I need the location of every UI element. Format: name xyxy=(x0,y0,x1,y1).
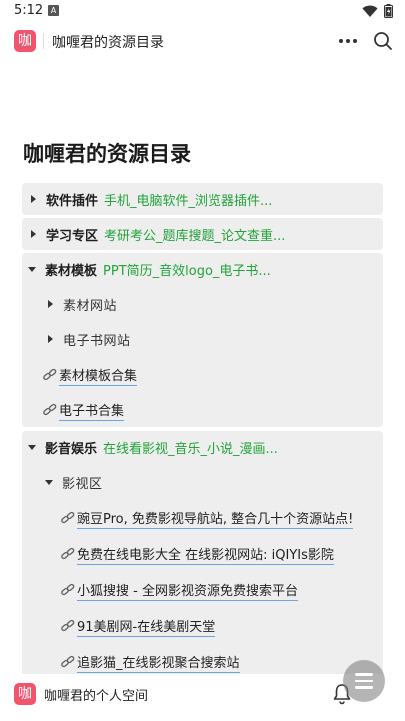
status-icons xyxy=(362,4,393,18)
toggle-materials[interactable]: 素材模板 PPT简历_音效logo_电子书... xyxy=(28,256,271,282)
divider xyxy=(43,33,44,49)
more-icon[interactable] xyxy=(336,30,360,52)
toggle-arrow-down-icon[interactable] xyxy=(28,266,36,272)
page-link-text[interactable]: 91美剧网-在线美剧天堂 xyxy=(77,616,216,637)
link-icon xyxy=(61,547,75,560)
toggle-arrow-right-icon[interactable] xyxy=(48,335,53,343)
toggle-arrow-right-icon[interactable] xyxy=(31,195,36,203)
page-link[interactable]: 91美剧网-在线美剧天堂 xyxy=(60,614,216,638)
subtoggle-video[interactable]: 影视区 xyxy=(45,469,103,495)
wifi-icon xyxy=(362,5,378,17)
battery-icon xyxy=(384,4,393,18)
page-link[interactable]: 小狐搜搜 - 全网影视资源免费搜索平台 xyxy=(60,578,298,602)
search-icon[interactable] xyxy=(371,29,395,53)
page-title: 咖喱君的资源目录 xyxy=(23,142,191,166)
page-link-text[interactable]: 电子书合集 xyxy=(59,400,125,421)
toggle-media[interactable]: 影音娱乐 在线看影视_音乐_小说_漫画... xyxy=(28,434,278,460)
toggle-label: 素材模板 xyxy=(45,263,98,279)
toggle-study[interactable]: 学习专区 考研考公_题库搜题_论文查重... xyxy=(31,221,285,247)
toggle-desc: PPT简历_音效logo_电子书... xyxy=(103,263,271,279)
page-link-text[interactable]: 小狐搜搜 - 全网影视资源免费搜索平台 xyxy=(77,580,298,601)
page-link[interactable]: 追影猫_在线影视聚合搜索站 xyxy=(60,650,240,674)
toggle-block-study: 学习专区 考研考公_题库搜题_论文查重... xyxy=(22,218,383,250)
link-icon xyxy=(43,368,57,381)
subtoggle-label: 素材网站 xyxy=(63,298,118,314)
toggle-desc: 考研考公_题库搜题_论文查重... xyxy=(104,228,286,244)
subtoggle-ebook-sites[interactable]: 电子书网站 xyxy=(48,326,131,352)
toggle-arrow-right-icon[interactable] xyxy=(31,230,36,238)
app-title[interactable]: 咖喱君的资源目录 xyxy=(52,32,164,52)
toggle-arrow-down-icon[interactable] xyxy=(45,479,53,485)
toggle-block-materials: 素材模板 PPT简历_音效logo_电子书... 素材网站 电子书网站 素材模板… xyxy=(22,253,383,427)
space-title[interactable]: 咖喱君的个人空间 xyxy=(44,685,148,704)
link-icon xyxy=(43,403,57,416)
toggle-desc: 在线看影视_音乐_小说_漫画... xyxy=(103,441,278,457)
toggle-desc: 手机_电脑软件_浏览器插件... xyxy=(104,193,273,209)
page-link[interactable]: 电子书合集 xyxy=(42,398,125,422)
toggle-block-media: 影音娱乐 在线看影视_音乐_小说_漫画... 影视区 豌豆Pro, 免费影视导航… xyxy=(22,431,383,681)
toggle-arrow-down-icon[interactable] xyxy=(28,444,36,450)
page-link[interactable]: 豌豆Pro, 免费影视导航站, 整合几十个资源站点! xyxy=(60,506,354,530)
toggle-software[interactable]: 软件插件 手机_电脑软件_浏览器插件... xyxy=(31,186,272,212)
toggle-label: 软件插件 xyxy=(46,193,99,209)
toggle-block-software: 软件插件 手机_电脑软件_浏览器插件... xyxy=(22,183,383,215)
link-icon xyxy=(61,511,75,524)
subtoggle-label: 影视区 xyxy=(62,476,103,492)
notification-badge-icon: A xyxy=(48,5,59,16)
page-link-text[interactable]: 素材模板合集 xyxy=(59,365,138,386)
subtoggle-label: 电子书网站 xyxy=(63,333,131,349)
status-bar: 5:12 A xyxy=(0,0,405,24)
page-link-text[interactable]: 免费在线电影大全 在线影视网站: iQIYIs影院 xyxy=(77,544,334,565)
page-link-text[interactable]: 豌豆Pro, 免费影视导航站, 整合几十个资源站点! xyxy=(77,508,354,529)
toggle-label: 学习专区 xyxy=(46,228,99,244)
link-icon xyxy=(61,583,75,596)
page-link-text[interactable]: 追影猫_在线影视聚合搜索站 xyxy=(77,652,240,673)
link-icon xyxy=(61,619,75,632)
menu-icon[interactable] xyxy=(343,660,385,702)
toggle-label: 影音娱乐 xyxy=(45,441,98,457)
app-bar: 咖 咖喱君的资源目录 xyxy=(0,24,405,60)
status-time: 5:12 xyxy=(14,3,44,18)
toggle-arrow-right-icon[interactable] xyxy=(48,300,53,308)
space-logo-icon[interactable]: 咖 xyxy=(14,683,36,705)
subtoggle-material-sites[interactable]: 素材网站 xyxy=(48,291,117,317)
page-link[interactable]: 素材模板合集 xyxy=(42,363,138,387)
app-logo-icon[interactable]: 咖 xyxy=(14,30,36,52)
page-link[interactable]: 免费在线电影大全 在线影视网站: iQIYIs影院 xyxy=(60,542,334,566)
link-icon xyxy=(61,655,75,668)
